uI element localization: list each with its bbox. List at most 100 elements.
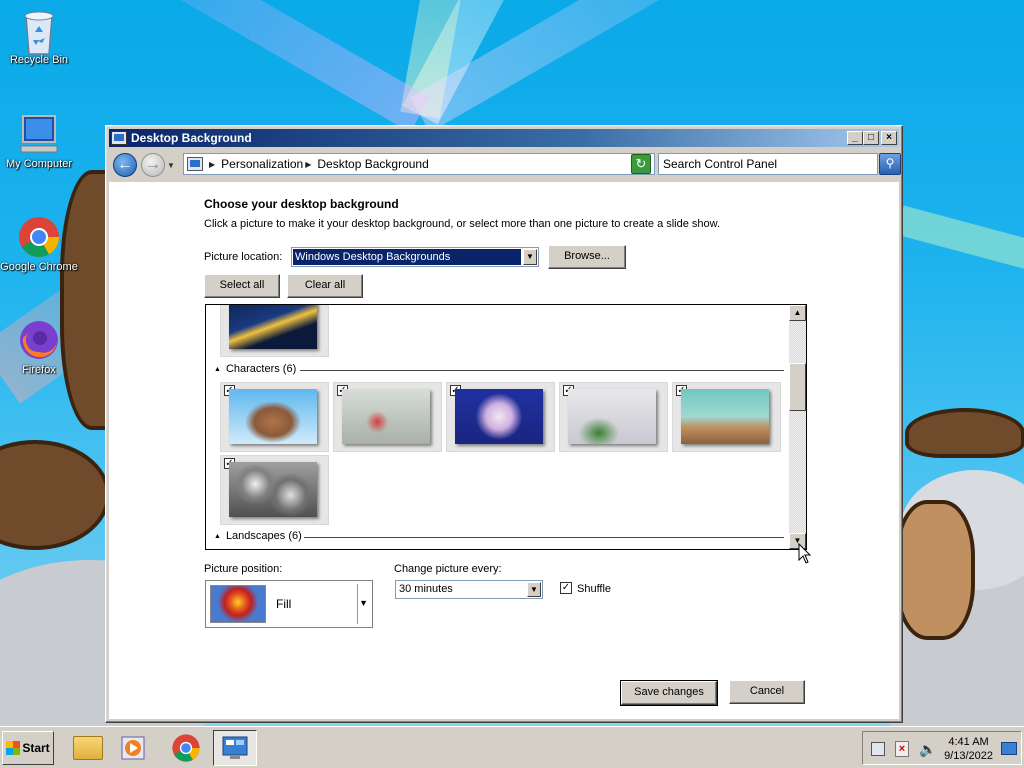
wallpaper-preview	[568, 389, 656, 444]
start-label: Start	[22, 741, 50, 755]
taskbar-control-panel[interactable]	[213, 730, 257, 766]
picture-position-value: Fill	[276, 597, 292, 611]
clock-time: 4:41 AM	[948, 736, 989, 748]
close-button[interactable]: ×	[881, 131, 897, 145]
window-titlebar[interactable]: Desktop Background _ □ ×	[109, 129, 899, 147]
breadcrumb-personalization[interactable]: Personalization	[221, 157, 303, 171]
refresh-icon: ↻	[635, 156, 647, 171]
scrollbar-thumb[interactable]	[789, 363, 806, 411]
wallpaper-preview	[229, 462, 317, 517]
desktop-icon-label: Google Chrome	[0, 261, 78, 273]
wallpaper-preview	[342, 389, 430, 444]
refresh-button[interactable]: ↻	[631, 154, 651, 174]
start-button[interactable]: Start	[2, 731, 54, 765]
taskbar-media-player[interactable]	[112, 730, 156, 766]
group-header-characters[interactable]: ▲ Characters (6)	[214, 363, 784, 375]
wallpaper-ray	[896, 205, 1024, 282]
show-desktop-icon[interactable]	[1001, 742, 1017, 755]
search-input[interactable]: Search Control Panel	[658, 153, 878, 175]
clock[interactable]: 4:41 AM 9/13/2022	[944, 735, 993, 763]
wallpaper-turtle-left	[0, 440, 110, 550]
wallpaper-thumbnail[interactable]: ✓	[220, 455, 329, 525]
chrome-icon	[172, 734, 200, 762]
windows-logo-icon	[6, 741, 21, 755]
search-icon: ⚲	[885, 156, 895, 170]
mouse-cursor-icon	[798, 543, 812, 564]
wallpaper-thumbnail[interactable]: ✓	[672, 382, 781, 452]
volume-icon[interactable]: 🔈	[919, 741, 936, 758]
window-title: Desktop Background	[131, 131, 252, 145]
scroll-up-button[interactable]: ▲	[789, 305, 806, 321]
wallpaper-thumbnail[interactable]: ✓	[559, 382, 668, 452]
select-divider	[357, 584, 358, 624]
clear-all-button[interactable]: Clear all	[287, 274, 363, 298]
recent-pages-dropdown[interactable]: ▼	[167, 161, 177, 170]
media-player-icon	[121, 736, 145, 760]
wallpaper-preview	[681, 389, 769, 444]
wallpaper-preview	[455, 389, 543, 444]
control-panel-icon	[187, 157, 203, 171]
picture-position-select[interactable]: Fill ▼	[205, 580, 373, 628]
folder-icon	[73, 736, 103, 760]
save-changes-button[interactable]: Save changes	[620, 680, 718, 706]
wallpaper-thumbnail[interactable]: ✓	[446, 382, 555, 452]
control-panel-icon	[111, 131, 127, 145]
picture-location-label: Picture location:	[204, 251, 283, 263]
forward-button[interactable]: →	[141, 153, 165, 177]
shuffle-checkbox[interactable]: ✓	[560, 582, 572, 594]
browse-button[interactable]: Browse...	[548, 245, 626, 269]
page-description: Click a picture to make it your desktop …	[204, 218, 721, 230]
group-divider	[300, 370, 784, 371]
desktop-icon-recycle-bin[interactable]: Recycle Bin	[0, 8, 78, 66]
desktop-icon-firefox[interactable]: Firefox	[0, 318, 78, 376]
arrow-left-icon: ←	[117, 156, 133, 173]
desktop-background-window: Desktop Background _ □ × ← → ▼ ▶ Persona…	[105, 125, 903, 723]
select-all-button[interactable]: Select all	[204, 274, 280, 298]
taskbar-google-chrome[interactable]	[164, 730, 208, 766]
wallpaper-thumbnail[interactable]	[220, 305, 329, 357]
group-name: Characters (6)	[225, 363, 297, 375]
content-area: Choose your desktop background Click a p…	[109, 182, 899, 719]
desktop-icon-label: Firefox	[22, 364, 56, 376]
firefox-icon	[17, 318, 61, 362]
desktop-icon-label: My Computer	[5, 158, 73, 170]
wallpaper-thumbnail[interactable]: ✓	[333, 382, 442, 452]
chevron-right-icon[interactable]: ▶	[209, 160, 215, 169]
picture-location-select[interactable]: Windows Desktop Backgrounds ▼	[291, 247, 539, 267]
search-button[interactable]: ⚲	[879, 153, 901, 175]
breadcrumb-desktop-background[interactable]: Desktop Background	[317, 157, 428, 171]
collapse-arrow-icon[interactable]: ▲	[214, 533, 221, 540]
maximize-button[interactable]: □	[863, 131, 879, 145]
minimize-button[interactable]: _	[847, 131, 863, 145]
change-picture-select[interactable]: 30 minutes ▼	[395, 580, 543, 599]
collapse-arrow-icon[interactable]: ▲	[214, 366, 221, 373]
chevron-down-icon[interactable]: ▼	[359, 598, 368, 608]
group-name: Landscapes (6)	[225, 530, 302, 542]
picture-location-value: Windows Desktop Backgrounds	[293, 249, 521, 265]
cancel-button[interactable]: Cancel	[729, 680, 805, 704]
change-picture-value: 30 minutes	[399, 583, 453, 595]
wallpaper-turtle-fin	[905, 408, 1024, 458]
action-center-icon[interactable]: ×	[895, 741, 909, 757]
wallpaper-thumbnail[interactable]: ✓	[220, 382, 329, 452]
chevron-down-icon[interactable]: ▼	[527, 582, 541, 597]
page-title: Choose your desktop background	[204, 197, 399, 211]
wallpaper-turtle-right	[895, 500, 975, 640]
picture-position-preview-icon	[210, 585, 266, 623]
back-button[interactable]: ←	[113, 153, 137, 177]
chevron-down-icon[interactable]: ▼	[523, 249, 537, 265]
wallpaper-preview	[229, 389, 317, 444]
desktop-icon-my-computer[interactable]: My Computer	[0, 112, 78, 170]
change-picture-label: Change picture every:	[394, 563, 502, 575]
picture-position-label: Picture position:	[204, 563, 283, 575]
shuffle-label: Shuffle	[577, 583, 612, 595]
arrow-right-icon: →	[145, 156, 161, 173]
taskbar-file-explorer[interactable]	[66, 730, 110, 766]
group-header-landscapes[interactable]: ▲ Landscapes (6)	[214, 530, 784, 542]
network-icon[interactable]	[871, 742, 885, 756]
address-bar[interactable]: ▶ Personalization ▶ Desktop Background ▼	[183, 153, 655, 175]
taskbar: Start × 🔈 4:41 AM 9/13/2022	[0, 726, 1024, 768]
gallery-scrollbar[interactable]: ▲ ▼	[789, 305, 806, 549]
chevron-right-icon[interactable]: ▶	[305, 160, 311, 169]
desktop-icon-google-chrome[interactable]: Google Chrome	[0, 215, 78, 273]
